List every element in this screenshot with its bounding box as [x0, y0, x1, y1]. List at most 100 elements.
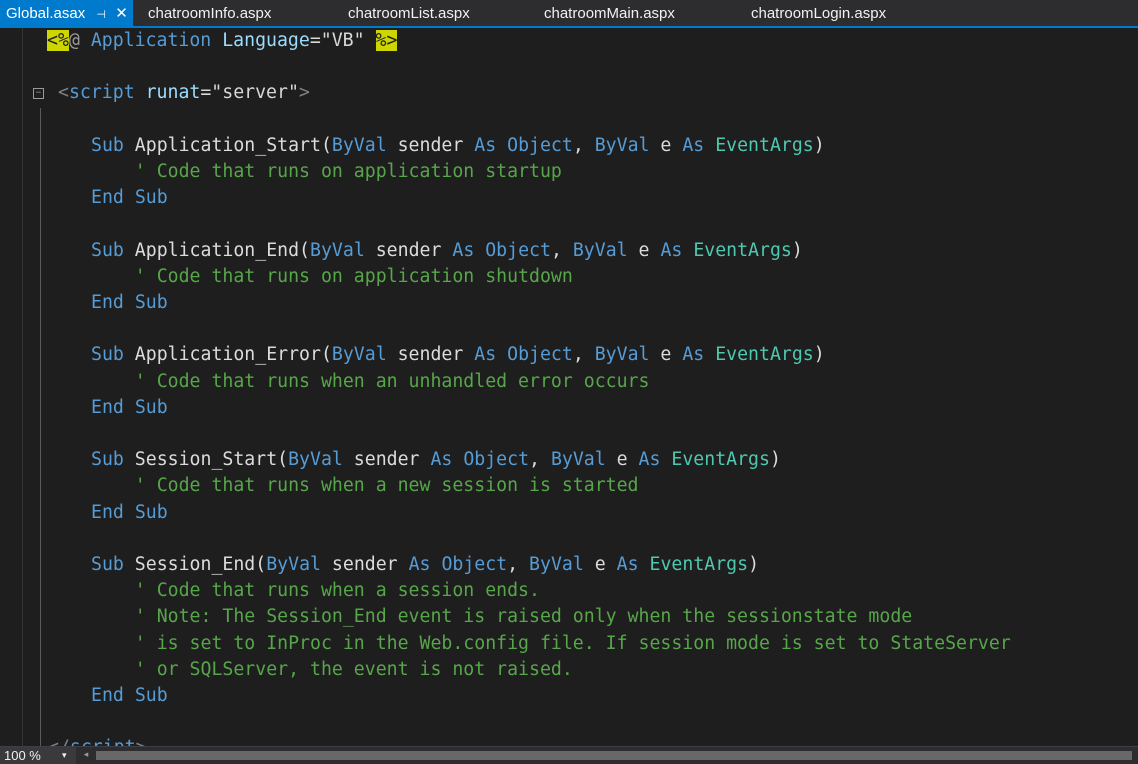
code-line[interactable]: End Sub [91, 185, 168, 211]
code-token: ) [769, 449, 781, 471]
code-line[interactable]: ' Code that runs on application shutdown [91, 264, 573, 290]
code-token: Sub [91, 344, 124, 366]
tab-chatroom-login[interactable]: chatroomLogin.aspx [751, 0, 886, 26]
code-line[interactable]: ' is set to InProc in the Web.config fil… [91, 631, 1011, 657]
code-token: As [682, 134, 705, 156]
zoom-dropdown[interactable]: 100 % ▾ [0, 747, 76, 764]
collapse-minus-icon[interactable]: − [33, 88, 44, 99]
code-token: Sub [134, 292, 168, 313]
code-token: ByVal [594, 134, 650, 156]
code-token: Application_Start( [123, 134, 332, 156]
code-token: Sub [91, 554, 124, 575]
tab-label: chatroomList.aspx [348, 5, 470, 22]
code-token: sender [364, 239, 453, 261]
code-token: ByVal [550, 449, 606, 471]
code-line[interactable]: ' Code that runs when a new session is s… [91, 473, 639, 499]
code-token: e [583, 554, 617, 575]
code-line[interactable]: End Sub [91, 683, 168, 709]
chevron-down-icon[interactable]: ▾ [62, 747, 67, 764]
code-line[interactable]: End Sub [91, 395, 168, 421]
code-token: sender [386, 344, 475, 366]
code-token: End [91, 187, 124, 209]
code-token: sender [342, 449, 431, 471]
code-line[interactable]: <script runat="server"> [58, 80, 310, 106]
close-icon[interactable]: ✕ [115, 0, 128, 28]
code-line[interactable]: Sub Session_Start(ByVal sender As Object… [91, 447, 781, 473]
code-token: Object [463, 449, 530, 471]
code-line[interactable]: ' Note: The Session_End event is raised … [91, 604, 912, 630]
code-token: As [616, 554, 639, 575]
code-token: @ [68, 30, 91, 51]
code-token: ) [813, 344, 825, 366]
tab-global-asax[interactable]: Global.asax ⊣ ✕ [0, 0, 134, 29]
code-token: ' Code that runs on application shutdown [91, 265, 573, 287]
code-token: Application_End( [123, 239, 311, 261]
zoom-level: 100 % [4, 748, 41, 763]
code-token: > [298, 82, 310, 104]
code-token: Application_Error( [123, 344, 332, 366]
code-token: Sub [91, 239, 124, 261]
code-line[interactable]: Sub Application_End(ByVal sender As Obje… [91, 238, 803, 264]
code-line[interactable]: ' Code that runs when an unhandled error… [91, 369, 650, 395]
code-token: Object [507, 134, 573, 156]
code-line[interactable]: End Sub [91, 500, 168, 526]
code-token: sender [320, 554, 409, 575]
tab-chatroom-list[interactable]: chatroomList.aspx [348, 0, 470, 26]
code-token: , [529, 449, 551, 471]
chevron-left-icon[interactable]: ◂ [80, 747, 92, 764]
code-token: ByVal [266, 554, 321, 575]
code-text-area[interactable]: − <%@ Application Language="VB" %> <scrip… [0, 28, 1138, 746]
code-line[interactable]: Sub Session_End(ByVal sender As Object, … [91, 552, 759, 578]
code-token: End [91, 396, 124, 418]
code-line[interactable]: Sub Application_Start( ByVal sender As Ob… [91, 133, 825, 159]
outline-guide-line [40, 108, 41, 746]
code-token: ) [791, 239, 803, 261]
code-token: As [452, 239, 475, 261]
code-token: e [605, 449, 639, 471]
code-token: EventArgs [715, 344, 814, 366]
code-token: Session_End( [123, 554, 267, 575]
code-token: e [649, 344, 683, 366]
code-token: sender [386, 134, 475, 156]
code-token: As [682, 344, 705, 366]
code-token: Sub [91, 134, 124, 156]
code-line[interactable]: ' Code that runs on application startup [91, 159, 562, 185]
code-token: > [136, 737, 147, 746]
code-line[interactable]: ' or SQLServer, the event is not raised. [91, 657, 573, 683]
code-token: ="server" [200, 82, 299, 104]
code-line[interactable]: </script> [48, 735, 147, 746]
code-line[interactable]: Sub Application_Error(ByVal sender As Ob… [91, 342, 825, 368]
code-line[interactable]: <%@ Application Language="VB" %> [47, 28, 398, 54]
code-token: As [430, 449, 453, 471]
horizontal-scrollbar-thumb[interactable] [96, 751, 1132, 760]
code-token: Sub [134, 187, 168, 209]
code-token: script [68, 82, 135, 104]
code-line[interactable]: ' Code that runs when a session ends. [91, 578, 540, 604]
tab-chatroom-info[interactable]: chatroomInfo.aspx [148, 0, 271, 26]
code-token: <% [47, 30, 69, 51]
pin-icon[interactable]: ⊣ [95, 1, 107, 29]
code-token: ' Note: The Session_End event is raised … [91, 606, 913, 628]
tab-label: chatroomInfo.aspx [148, 5, 272, 22]
code-token: script [70, 737, 136, 746]
code-token: ' Code that runs when a new session is s… [91, 475, 639, 497]
selection-margin[interactable] [0, 28, 23, 746]
tab-chatroom-main[interactable]: chatroomMain.aspx [544, 0, 675, 26]
code-token: , [507, 554, 530, 575]
code-token: EventArgs [671, 449, 770, 471]
code-token: Sub [134, 685, 168, 706]
editor-bottom-bar: 100 % ▾ ◂ [0, 746, 1138, 764]
code-token: ' or SQLServer, the event is not raised. [91, 658, 573, 680]
code-token: Object [441, 554, 508, 575]
code-line[interactable]: End Sub [91, 290, 168, 316]
